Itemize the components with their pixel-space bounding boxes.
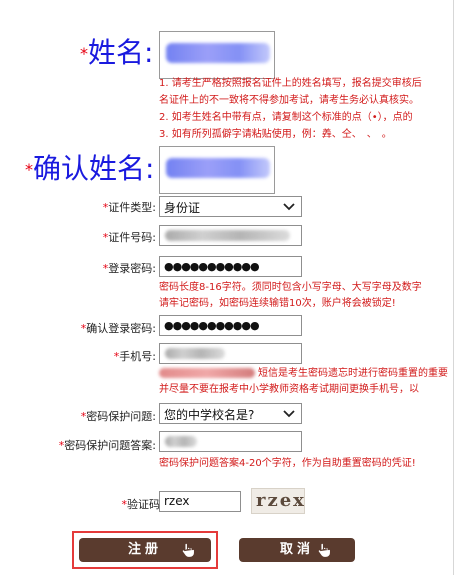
phone-redacted xyxy=(165,348,225,359)
hand-pointer-icon xyxy=(317,542,331,558)
name-note-3: 2. 如考生姓名中带有点，请复制这个标准的点（•），点的 xyxy=(159,112,413,123)
phone-note-2: 并尽量不要在报考中小学教师资格考试期间更换手机号，以 xyxy=(159,384,419,395)
id-number-label: *证件号码: xyxy=(102,231,156,244)
phone-note-1: 短信是考生密码遗忘时进行密码重置的重要 xyxy=(258,368,448,379)
phone-label: *手机号: xyxy=(113,350,156,363)
password-label: *登录密码: xyxy=(102,262,156,275)
name-note-2: 名证件上的不一致将不得参加考试，请考生务必认真核实。 xyxy=(159,95,419,106)
id-type-label: *证件类型: xyxy=(102,201,156,214)
confirm-name-redacted xyxy=(166,158,270,178)
security-answer-label: *密码保护问题答案: xyxy=(58,439,156,452)
phone-note-redacted xyxy=(159,368,255,378)
register-button[interactable]: 注册 xyxy=(79,538,211,562)
captcha-input[interactable]: rzex xyxy=(159,491,241,512)
id-type-select[interactable]: 身份证 xyxy=(159,196,302,217)
captcha-label: *验证码 xyxy=(121,498,161,511)
confirm-password-label: *确认登录密码: xyxy=(80,322,156,335)
security-question-label: *密码保护问题: xyxy=(80,410,156,423)
cancel-button-label: 取消 xyxy=(279,542,314,557)
security-question-value: 您的中学校名是? xyxy=(164,408,255,422)
security-answer-note: 密码保护问题答案4-20个字符，作为自助重置密码的凭证! xyxy=(159,458,416,469)
captcha-image[interactable]: rzex xyxy=(251,488,305,514)
register-button-label: 注册 xyxy=(127,542,162,557)
hand-pointer-icon xyxy=(181,542,195,558)
name-redacted xyxy=(166,43,270,63)
password-note-2: 请牢记密码，如密码连续输错10次，账户将会被锁定! xyxy=(159,298,396,309)
confirm-name-label: *确认姓名: xyxy=(25,152,155,185)
chevron-down-icon xyxy=(283,203,295,211)
name-label: *姓名: xyxy=(80,36,154,69)
id-number-redacted xyxy=(165,230,290,241)
security-answer-redacted xyxy=(165,436,197,447)
cancel-button[interactable]: 取消 xyxy=(239,538,355,562)
captcha-image-text: rzex xyxy=(256,490,305,511)
chevron-down-icon xyxy=(283,410,295,418)
password-note-1: 密码长度8-16字符。须同时包含小写字母、大写字母及数字 xyxy=(159,282,422,293)
confirm-password-input[interactable]: ●●●●●●●●●●● xyxy=(159,315,302,336)
id-type-value: 身份证 xyxy=(164,201,201,215)
password-input[interactable]: ●●●●●●●●●●● xyxy=(159,256,302,277)
name-note-4: 3. 如有所列孤僻字请粘贴使用，例：羴、仝、 、 。 xyxy=(159,129,392,140)
name-note-1: 1. 请考生严格按照报名证件上的姓名填写，报名提交审核后 xyxy=(159,78,422,89)
security-question-select[interactable]: 您的中学校名是? xyxy=(159,403,302,424)
